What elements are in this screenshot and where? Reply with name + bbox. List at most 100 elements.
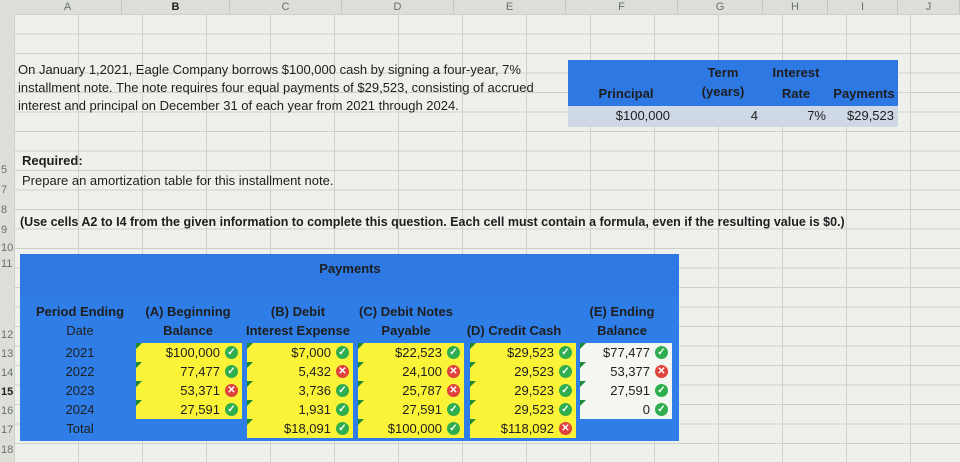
formula-indicator [470,419,476,425]
column-header-f[interactable]: F [566,0,678,14]
interest-rate-label-rate: Rate [781,86,811,101]
date-cell[interactable]: 2024 [26,400,134,419]
interest-expense-cell[interactable]: 5,432 ✕ [247,362,353,381]
formula-indicator [247,362,253,368]
row-number[interactable]: 16 [0,405,15,417]
formula-indicator [358,343,364,349]
row-number-selected[interactable]: 15 [0,386,15,398]
check-icon: ✓ [559,384,572,397]
formula-indicator [247,419,253,425]
formula-indicator [358,419,364,425]
beginning-balance-cell[interactable]: 77,477 ✓ [136,362,242,381]
header-beginning-balance-2: Balance [163,323,213,338]
interest-expense-cell[interactable]: 3,736 ✓ [247,381,353,400]
notes-payable-cell[interactable]: 27,591 ✓ [358,400,464,419]
total-label: Total [66,421,94,436]
check-icon: ✓ [655,384,668,397]
check-icon: ✓ [655,346,668,359]
term-value[interactable]: 4 [700,108,758,123]
row-number[interactable]: 9 [0,224,15,236]
column-header-j[interactable]: J [898,0,960,14]
term-label-years: (years) [701,84,745,99]
date-cell[interactable]: 2022 [26,362,134,381]
ending-balance-cell[interactable]: $77,477 ✓ [580,343,672,362]
formula-indicator [580,381,586,387]
column-header-i[interactable]: I [828,0,898,14]
row-number[interactable]: 13 [0,348,15,360]
header-ending-balance-2: Balance [597,323,647,338]
date-cell[interactable]: 2021 [26,343,134,362]
header-notes-payable: (C) Debit Notes [359,304,453,319]
row-number[interactable]: 14 [0,367,15,379]
row-number[interactable]: 10 [0,242,15,254]
interest-expense-cell[interactable]: 1,931 ✓ [247,400,353,419]
check-icon: ✓ [655,403,668,416]
header-credit-cash: (D) Credit Cash [466,323,562,338]
check-icon: ✓ [336,346,349,359]
row-number[interactable]: 12 [0,329,15,341]
notes-payable-cell[interactable]: $100,000 ✓ [358,419,464,438]
ending-balance-cell[interactable]: 27,591 ✓ [580,381,672,400]
column-header-b[interactable]: B [122,0,230,14]
interest-expense-cell[interactable]: $18,091 ✓ [247,419,353,438]
check-icon: ✓ [559,346,572,359]
row-number[interactable]: 8 [0,204,15,216]
principal-label: Principal [598,86,654,101]
column-header-h[interactable]: H [763,0,828,14]
row-number[interactable]: 18 [0,444,15,456]
beginning-balance-cell[interactable]: 27,591 ✓ [136,400,242,419]
formula-indicator [247,381,253,387]
cash-paid-cell[interactable]: 29,523 ✓ [470,400,576,419]
check-icon: ✓ [559,403,572,416]
payments-group-header: Payments [319,261,381,276]
beginning-balance-cell[interactable]: 53,371 ✕ [136,381,242,400]
row-number[interactable]: 11 [0,258,15,270]
check-icon: ✓ [447,422,460,435]
beginning-balance-cell[interactable]: $100,000 ✓ [136,343,242,362]
interest-rate-value[interactable]: 7% [780,108,826,123]
interest-expense-cell[interactable]: $7,000 ✓ [247,343,353,362]
column-header-d[interactable]: D [342,0,454,14]
column-header-c[interactable]: C [230,0,342,14]
formula-indicator [247,343,253,349]
check-icon: ✓ [225,346,238,359]
formula-indicator [136,362,142,368]
check-icon: ✓ [336,422,349,435]
check-icon: ✓ [336,403,349,416]
row-number[interactable]: 7 [0,184,15,196]
row-number[interactable]: 5 [0,164,15,176]
error-icon: ✕ [447,384,460,397]
cash-paid-cell[interactable]: 29,523 ✓ [470,381,576,400]
principal-value[interactable]: $100,000 [570,108,670,123]
row-number[interactable]: 17 [0,424,15,436]
payments-label: Payments [833,86,895,101]
error-icon: ✕ [559,422,572,435]
date-cell[interactable]: 2023 [26,381,134,400]
formula-indicator [358,400,364,406]
problem-statement: On January 1,2021, Eagle Company borrows… [18,62,534,113]
notes-payable-cell[interactable]: 25,787 ✕ [358,381,464,400]
cash-paid-cell[interactable]: 29,523 ✓ [470,362,576,381]
formula-indicator [580,362,586,368]
header-ending-balance: (E) Ending [589,304,655,319]
header-interest-expense-2: Interest Expense [245,323,351,338]
notes-payable-cell[interactable]: $22,523 ✓ [358,343,464,362]
ending-balance-cell[interactable]: 0 ✓ [580,400,672,419]
column-header-a[interactable]: A [14,0,122,14]
column-header-bar: A B C D E F G H I J [0,0,960,15]
payments-value[interactable]: $29,523 [828,108,894,123]
formula-indicator [358,362,364,368]
error-icon: ✕ [336,365,349,378]
column-header-e[interactable]: E [454,0,566,14]
cash-paid-cell[interactable]: $29,523 ✓ [470,343,576,362]
formula-indicator [470,362,476,368]
column-header-g[interactable]: G [678,0,763,14]
formula-indicator [136,400,142,406]
ending-balance-cell[interactable]: 53,377 ✕ [580,362,672,381]
check-icon: ✓ [559,365,572,378]
formula-indicator [470,343,476,349]
cash-paid-cell[interactable]: $118,092 ✕ [470,419,576,438]
notes-payable-cell[interactable]: 24,100 ✕ [358,362,464,381]
error-icon: ✕ [447,365,460,378]
header-period-date: Date [66,323,94,338]
